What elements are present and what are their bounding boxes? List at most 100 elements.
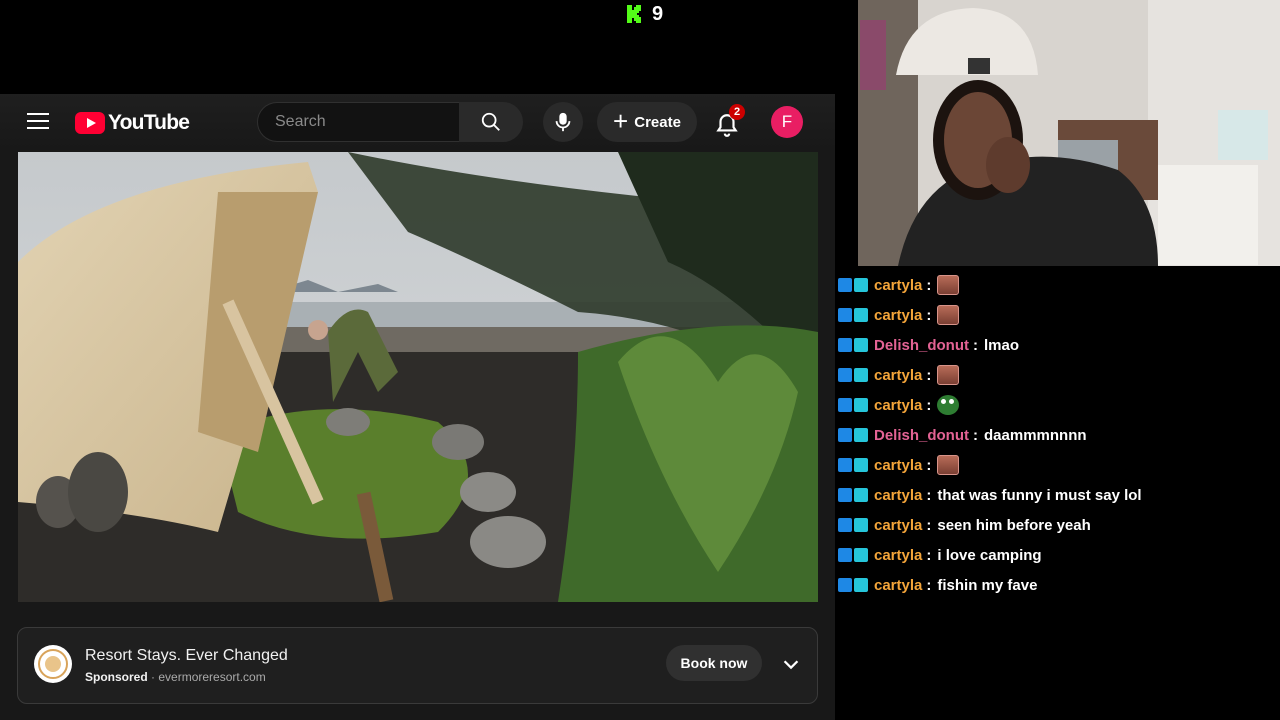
chat-text: daammmnnnn — [984, 426, 1087, 444]
webcam-image — [858, 0, 1280, 266]
subscriber-badge-icon — [838, 338, 852, 352]
subscriber-badge-icon — [838, 398, 852, 412]
chat-colon: : — [926, 276, 932, 294]
face-emote-icon — [937, 305, 960, 325]
verified-badge-icon — [854, 308, 868, 322]
chat-colon: : — [926, 396, 932, 414]
chat-text: that was funny i must say lol — [937, 486, 1142, 504]
subscriber-badge-icon — [838, 548, 852, 562]
face-emote-icon — [937, 365, 960, 385]
ad-meta: Sponsored · evermoreresort.com — [85, 670, 266, 684]
face-emote-icon — [937, 275, 960, 295]
subscriber-badge-icon — [838, 458, 852, 472]
chat-message: cartyla: that was funny i must say lol — [838, 480, 1278, 510]
chat-username[interactable]: cartyla — [874, 547, 922, 564]
sponsored-ad-card[interactable]: Resort Stays. Ever Changed Sponsored · e… — [17, 627, 818, 704]
verified-badge-icon — [854, 278, 868, 292]
chat-badges — [838, 548, 868, 562]
chat-message: cartyla: — [838, 300, 1278, 330]
menu-icon[interactable] — [27, 113, 49, 131]
create-button[interactable]: + Create — [597, 102, 697, 142]
chat-text: fishin my fave — [937, 576, 1038, 594]
chat-colon: : — [926, 546, 932, 564]
sponsored-label: Sponsored — [85, 670, 148, 684]
plus-icon: + — [613, 106, 629, 136]
subscriber-badge-icon — [838, 308, 852, 322]
chat-text: seen him before yeah — [937, 516, 1091, 534]
chat-badges — [838, 308, 868, 322]
chat-username[interactable]: cartyla — [874, 397, 922, 414]
chat-username[interactable]: Delish_donut — [874, 427, 969, 444]
search-button[interactable] — [459, 102, 523, 142]
chat-badges — [838, 518, 868, 532]
chat-message: cartyla: — [838, 450, 1278, 480]
chat-message: cartyla: — [838, 270, 1278, 300]
chat-badges — [838, 398, 868, 412]
search-input[interactable] — [273, 112, 447, 132]
chat-colon: : — [926, 516, 932, 534]
advertiser-logo — [34, 645, 72, 683]
chat-badges — [838, 428, 868, 442]
kick-logo-icon — [627, 5, 641, 23]
chat-colon: : — [926, 576, 932, 594]
chat-colon: : — [926, 306, 932, 324]
subscriber-badge-icon — [838, 578, 852, 592]
video-frame-image — [18, 152, 818, 602]
viewer-count: 9 — [652, 2, 664, 25]
chat-badges — [838, 338, 868, 352]
verified-badge-icon — [854, 488, 868, 502]
youtube-window: YouTube + Create 2 F — [0, 94, 835, 720]
chat-text: lmao — [984, 336, 1020, 354]
sun-logo-icon — [38, 649, 68, 679]
webcam-feed — [858, 0, 1280, 266]
face-emote-icon — [937, 455, 960, 475]
chat-message: Delish_donut: lmao — [838, 330, 1278, 360]
frog-emote-icon — [937, 395, 960, 415]
youtube-logo-text: YouTube — [108, 111, 190, 134]
chat-username[interactable]: cartyla — [874, 307, 922, 324]
chat-username[interactable]: cartyla — [874, 577, 922, 594]
verified-badge-icon — [854, 518, 868, 532]
chat-message: cartyla: i love camping — [838, 540, 1278, 570]
chat-badges — [838, 368, 868, 382]
ad-domain[interactable]: evermoreresort.com — [158, 670, 265, 684]
voice-search-button[interactable] — [543, 102, 583, 142]
chat-message: cartyla: — [838, 390, 1278, 420]
verified-badge-icon — [854, 578, 868, 592]
verified-badge-icon — [854, 398, 868, 412]
verified-badge-icon — [854, 428, 868, 442]
subscriber-badge-icon — [838, 278, 852, 292]
chat-colon: : — [973, 426, 979, 444]
search-icon — [481, 112, 500, 131]
chat-username[interactable]: cartyla — [874, 277, 922, 294]
notification-count-badge: 2 — [729, 104, 745, 120]
verified-badge-icon — [854, 548, 868, 562]
chat-username[interactable]: cartyla — [874, 367, 922, 384]
verified-badge-icon — [854, 368, 868, 382]
create-label: Create — [634, 113, 681, 131]
ad-separator: · — [151, 670, 156, 684]
chat-panel: cartyla: cartyla: Delish_donut: lmao cartyla… — [838, 270, 1278, 600]
chat-colon: : — [973, 336, 979, 354]
chat-username[interactable]: Delish_donut — [874, 337, 969, 354]
chat-message: cartyla: seen him before yeah — [838, 510, 1278, 540]
video-player[interactable] — [18, 152, 818, 602]
chat-username[interactable]: cartyla — [874, 517, 922, 534]
book-now-button[interactable]: Book now — [666, 645, 762, 681]
chat-colon: : — [926, 486, 932, 504]
subscriber-badge-icon — [838, 488, 852, 502]
chat-username[interactable]: cartyla — [874, 457, 922, 474]
avatar[interactable]: F — [771, 106, 803, 138]
search-box[interactable] — [257, 102, 459, 142]
chat-message: cartyla: fishin my fave — [838, 570, 1278, 600]
subscriber-badge-icon — [838, 368, 852, 382]
chevron-down-icon[interactable] — [780, 653, 802, 675]
kick-viewer-badge: 9 — [626, 2, 663, 26]
chat-username[interactable]: cartyla — [874, 487, 922, 504]
chat-badges — [838, 488, 868, 502]
chat-badges — [838, 578, 868, 592]
verified-badge-icon — [854, 338, 868, 352]
notifications-button[interactable]: 2 — [712, 104, 746, 140]
ad-title[interactable]: Resort Stays. Ever Changed — [85, 647, 288, 665]
youtube-logo[interactable]: YouTube — [75, 111, 190, 135]
